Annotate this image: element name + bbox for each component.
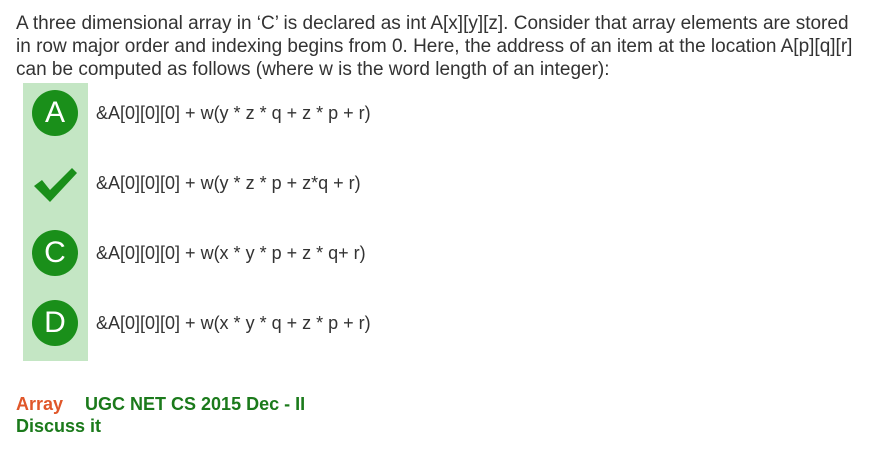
option-a-badge: A <box>32 90 78 136</box>
option-c-badge: C <box>32 230 78 276</box>
option-b-text: &A[0][0][0] + w(y * z * p + z*q + r) <box>96 173 361 193</box>
option-d-badge: D <box>32 300 78 346</box>
footer: Array UGC NET CS 2015 Dec - II Discuss it <box>16 393 305 437</box>
option-a[interactable]: A &A[0][0][0] + w(y * z * q + z * p + r) <box>32 90 632 138</box>
option-a-text: &A[0][0][0] + w(y * z * q + z * p + r) <box>96 103 371 123</box>
option-d-text: &A[0][0][0] + w(x * y * q + z * p + r) <box>96 313 371 333</box>
discuss-link[interactable]: Discuss it <box>16 415 305 437</box>
checkmark-icon <box>34 168 77 202</box>
option-c-text: &A[0][0][0] + w(x * y * p + z * q+ r) <box>96 243 366 263</box>
option-d[interactable]: D &A[0][0][0] + w(x * y * q + z * p + r) <box>32 300 632 348</box>
topic-link[interactable]: Array <box>16 394 63 414</box>
question-text: A three dimensional array in ‘C’ is decl… <box>16 13 853 80</box>
option-b[interactable]: &A[0][0][0] + w(y * z * p + z*q + r) <box>32 160 632 208</box>
option-c[interactable]: C &A[0][0][0] + w(x * y * p + z * q+ r) <box>32 230 632 278</box>
exam-link[interactable]: UGC NET CS 2015 Dec - II <box>85 394 305 414</box>
